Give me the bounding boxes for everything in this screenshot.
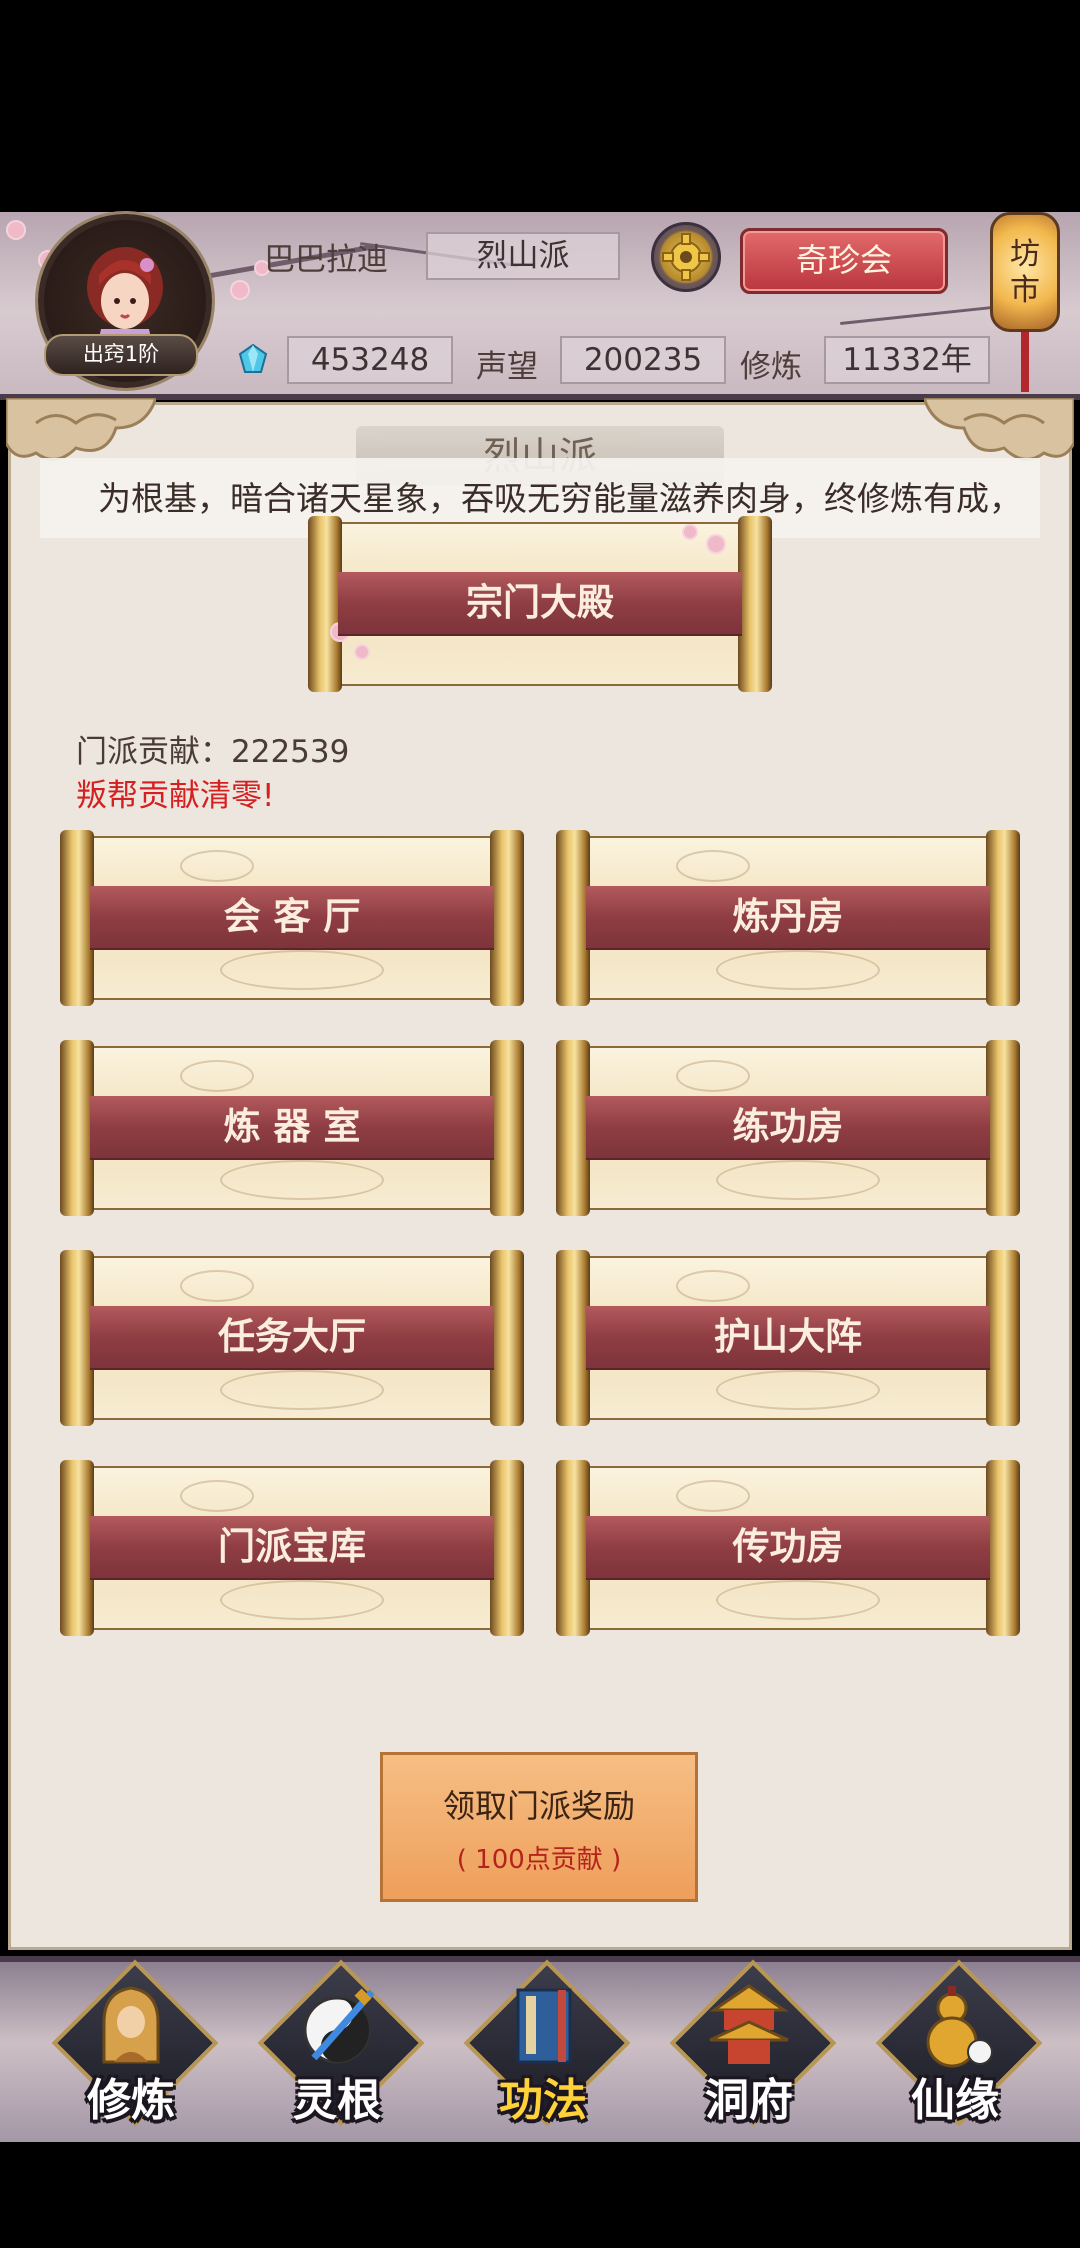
reward-title: 领取门派奖励 bbox=[442, 1787, 635, 1825]
claim-sect-reward-button[interactable]: 领取门派奖励 ( 100点贡献 ) bbox=[380, 1752, 698, 1902]
cultivation-label: 修炼 bbox=[740, 349, 802, 385]
defection-warning: 叛帮贡献清零! bbox=[76, 778, 275, 814]
nav-label: 功法 bbox=[499, 2075, 587, 2126]
building-button-reception-hall[interactable]: 会 客 厅 bbox=[60, 830, 524, 1006]
building-button-alchemy-room[interactable]: 炼丹房 bbox=[556, 830, 1020, 1006]
building-button-sect-treasury[interactable]: 门派宝库 bbox=[60, 1460, 524, 1636]
prestige-value: 200235 bbox=[560, 336, 726, 384]
nav-label: 修炼 bbox=[87, 2075, 175, 2126]
building-button-forge-room[interactable]: 炼 器 室 bbox=[60, 1040, 524, 1216]
building-button-training-room[interactable]: 练功房 bbox=[556, 1040, 1020, 1216]
building-label: 炼丹房 bbox=[586, 886, 990, 948]
book-icon bbox=[516, 1988, 572, 2064]
gourd-icon bbox=[926, 1986, 993, 2068]
nav-label: 灵根 bbox=[293, 2075, 381, 2126]
building-label: 门派宝库 bbox=[90, 1516, 494, 1578]
spirit-stone-count: 453248 bbox=[287, 336, 453, 384]
reward-cost: ( 100点贡献 ) bbox=[456, 1845, 622, 1875]
nav-cultivate[interactable]: 修炼 bbox=[46, 1959, 219, 2132]
building-label: 护山大阵 bbox=[586, 1306, 990, 1368]
nav-spirit-root[interactable]: 灵根 bbox=[252, 1959, 425, 2132]
market-lantern-button[interactable]: 坊市 bbox=[990, 212, 1060, 332]
meditating-monk-icon bbox=[102, 1986, 160, 2064]
building-label: 炼 器 室 bbox=[90, 1096, 494, 1158]
prestige-label: 声望 bbox=[476, 349, 538, 385]
settings-gear-icon[interactable] bbox=[651, 222, 721, 292]
market-label: 坊市 bbox=[1010, 237, 1040, 308]
pagoda-icon bbox=[709, 1984, 789, 2064]
spirit-stone-icon bbox=[238, 344, 268, 373]
rank-badge: 出窍1阶 bbox=[44, 334, 198, 376]
building-button-mission-hall[interactable]: 任务大厅 bbox=[60, 1250, 524, 1426]
main-hall-button[interactable]: 宗门大殿 bbox=[308, 516, 772, 692]
nav-cave-dwelling[interactable]: 洞府 bbox=[664, 1959, 837, 2132]
building-label: 传功房 bbox=[586, 1516, 990, 1578]
lantern-tassel bbox=[1021, 332, 1029, 392]
building-label: 任务大厅 bbox=[90, 1306, 494, 1368]
building-button-mountain-array[interactable]: 护山大阵 bbox=[556, 1250, 1020, 1426]
nav-label: 洞府 bbox=[705, 2075, 793, 2126]
nav-techniques[interactable]: 功法 bbox=[458, 1959, 631, 2132]
announcement-text: 为根基，暗合诸天星象，吞吸无穷能量滋养肉身，终修炼有成， bbox=[98, 479, 1022, 518]
building-label: 会 客 厅 bbox=[90, 886, 494, 948]
nav-immortal-fate[interactable]: 仙缘 bbox=[870, 1959, 1043, 2132]
yin-yang-sword-icon bbox=[303, 1988, 375, 2064]
building-button-teaching-room[interactable]: 传功房 bbox=[556, 1460, 1020, 1636]
main-hall-label: 宗门大殿 bbox=[338, 572, 742, 634]
sect-name-box: 烈山派 bbox=[426, 232, 620, 280]
cultivation-years: 11332年 bbox=[824, 336, 990, 384]
sect-contribution: 门派贡献：222539 bbox=[76, 734, 350, 770]
treasure-fair-button[interactable]: 奇珍会 bbox=[740, 228, 948, 294]
player-name: 巴巴拉迪 bbox=[264, 242, 388, 278]
building-label: 练功房 bbox=[586, 1096, 990, 1158]
nav-label: 仙缘 bbox=[911, 2075, 999, 2126]
